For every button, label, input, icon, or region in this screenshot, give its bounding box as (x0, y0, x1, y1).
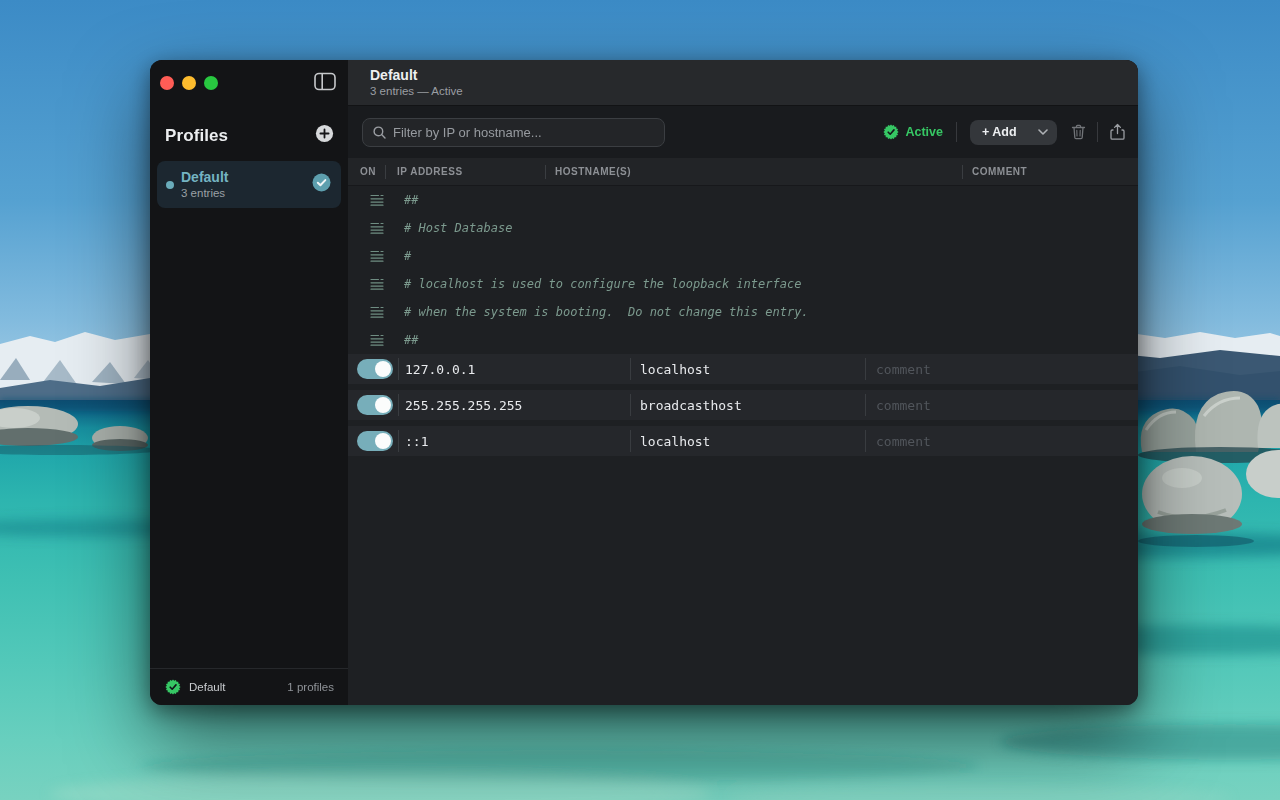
active-status: Active (883, 124, 943, 140)
cell-divider (398, 358, 399, 380)
toggle-knob (375, 397, 391, 413)
toggle-knob (375, 361, 391, 377)
cell-divider (865, 394, 866, 416)
comment-lines-icon (370, 306, 384, 318)
entry-ip[interactable]: 255.255.255.255 (405, 398, 522, 413)
comment-line-text: ## (404, 333, 418, 347)
host-entry-row[interactable]: ::1 localhost comment (348, 426, 1138, 456)
traffic-lights (160, 76, 218, 90)
profile-dot-icon (166, 181, 174, 189)
comment-lines-icon (370, 194, 384, 206)
cell-divider (398, 394, 399, 416)
search-icon (373, 126, 386, 139)
comment-line-text: # when the system is booting. Do not cha… (404, 305, 809, 319)
entry-comment-placeholder[interactable]: comment (876, 434, 931, 449)
entry-on-toggle[interactable] (357, 431, 393, 451)
entry-hostname[interactable]: broadcasthost (640, 398, 742, 413)
add-entry-button[interactable]: + Add (970, 120, 1057, 145)
comment-line-text: # Host Database (404, 221, 512, 235)
active-status-label: Active (905, 125, 943, 139)
comment-lines-icon (370, 278, 384, 290)
entry-comment-placeholder[interactable]: comment (876, 398, 931, 413)
search-placeholder: Filter by IP or hostname... (393, 125, 542, 140)
cell-divider (630, 394, 631, 416)
entry-hostname[interactable]: localhost (640, 434, 710, 449)
zoom-button[interactable] (204, 76, 218, 90)
comment-lines-icon (370, 250, 384, 262)
search-input[interactable]: Filter by IP or hostname... (362, 118, 665, 147)
column-divider[interactable] (385, 165, 386, 179)
column-on[interactable]: ON (360, 158, 376, 185)
add-entry-label: + Add (982, 125, 1017, 139)
entry-ip[interactable]: ::1 (405, 434, 428, 449)
comment-row[interactable]: # localhost is used to configure the loo… (348, 270, 1138, 298)
comment-row[interactable]: # when the system is booting. Do not cha… (348, 298, 1138, 326)
app-window: Profiles Default 3 entries (150, 60, 1138, 705)
entry-ip[interactable]: 127.0.0.1 (405, 362, 475, 377)
comment-row[interactable]: ## (348, 326, 1138, 354)
column-divider[interactable] (545, 165, 546, 179)
active-status-icon (883, 124, 899, 140)
entry-on-toggle[interactable] (357, 395, 393, 415)
profile-name: Default (181, 169, 312, 186)
cell-divider (630, 358, 631, 380)
delete-button[interactable] (1070, 120, 1086, 145)
column-divider[interactable] (962, 165, 963, 179)
profile-item-default[interactable]: Default 3 entries (157, 161, 341, 208)
comment-line-text: # localhost is used to configure the loo… (404, 277, 801, 291)
cell-divider (398, 430, 399, 452)
active-seal-icon (165, 679, 181, 695)
share-button[interactable] (1109, 120, 1125, 145)
cell-divider (865, 430, 866, 452)
toolbar-divider (1097, 122, 1098, 142)
toolbar-divider (956, 122, 957, 142)
table-header: ON IP ADDRESS HOSTNAME(S) COMMENT (348, 158, 1138, 186)
column-comment[interactable]: COMMENT (972, 158, 1027, 185)
column-ip[interactable]: IP ADDRESS (397, 158, 463, 185)
sidebar-titlebar (150, 60, 348, 106)
footer-profile-count: 1 profiles (287, 681, 334, 693)
profile-active-check-icon (312, 173, 331, 196)
toggle-knob (375, 433, 391, 449)
main-panel: Default 3 entries — Active Filter by IP … (348, 60, 1138, 705)
profiles-title: Profiles (165, 126, 228, 146)
main-header: Default 3 entries — Active (348, 60, 1138, 106)
entry-on-toggle[interactable] (357, 359, 393, 379)
entries-list: ## # Host Database # # localhost is used to… (348, 186, 1138, 705)
close-button[interactable] (160, 76, 174, 90)
sidebar-toggle-icon[interactable] (314, 72, 336, 95)
column-hostname[interactable]: HOSTNAME(S) (555, 158, 631, 185)
minimize-button[interactable] (182, 76, 196, 90)
chevron-down-icon (1038, 129, 1048, 135)
add-profile-button[interactable] (315, 124, 334, 147)
comment-lines-icon (370, 334, 384, 346)
profile-subtitle: 3 entries — Active (370, 84, 1138, 98)
toolbar: Filter by IP or hostname... Active + Add (348, 106, 1138, 158)
footer-profile-label: Default (189, 681, 225, 693)
profile-meta: 3 entries (181, 186, 312, 200)
cell-divider (865, 358, 866, 380)
sidebar-footer: Default 1 profiles (150, 668, 348, 705)
entry-comment-placeholder[interactable]: comment (876, 362, 931, 377)
comment-row[interactable]: # (348, 242, 1138, 270)
host-entry-row[interactable]: 255.255.255.255 broadcasthost comment (348, 390, 1138, 420)
cell-divider (630, 430, 631, 452)
comment-line-text: # (404, 249, 411, 263)
comment-line-text: ## (404, 193, 418, 207)
profile-title: Default (370, 67, 1138, 84)
comment-row[interactable]: ## (348, 186, 1138, 214)
comment-lines-icon (370, 222, 384, 234)
comment-row[interactable]: # Host Database (348, 214, 1138, 242)
sidebar: Profiles Default 3 entries (150, 60, 348, 705)
entry-hostname[interactable]: localhost (640, 362, 710, 377)
host-entry-row[interactable]: 127.0.0.1 localhost comment (348, 354, 1138, 384)
